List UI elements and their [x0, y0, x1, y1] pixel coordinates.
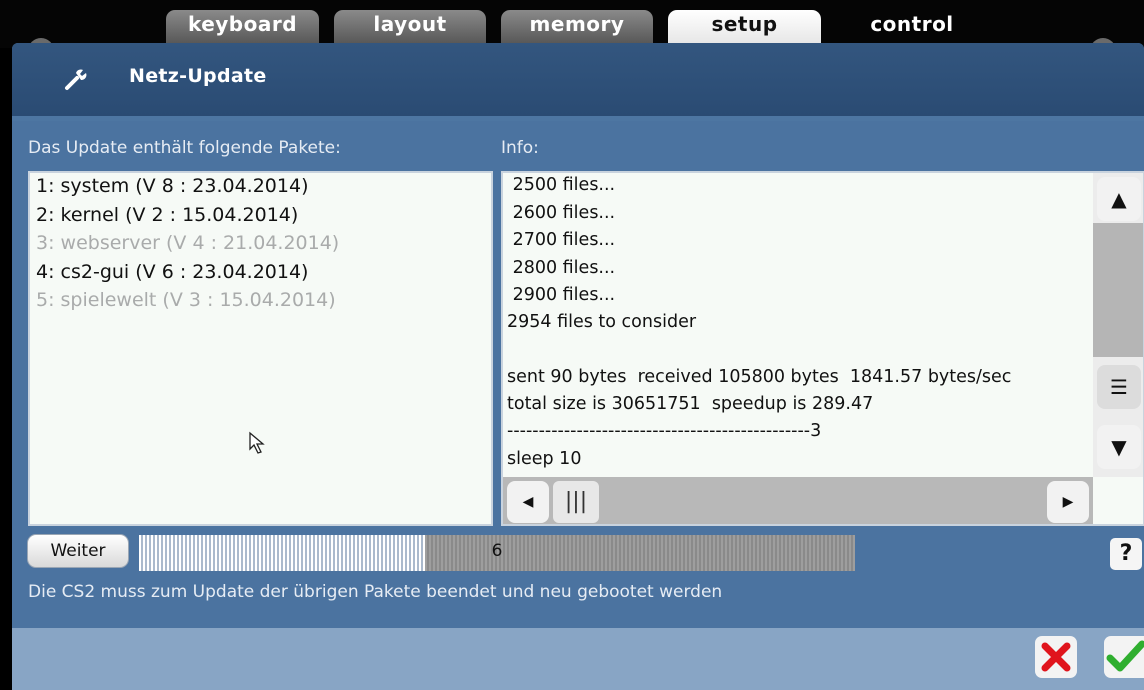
vertical-scrollbar[interactable]: ▲ ☰ ▼ [1093, 173, 1143, 477]
log-line: 2800 files... [507, 258, 616, 278]
scroll-left-button[interactable]: ◀ [507, 481, 549, 523]
horizontal-scroll-thumb[interactable]: ||| [553, 481, 599, 523]
package-item[interactable]: 4: cs2-gui (V 6 : 23.04.2014) [36, 261, 308, 283]
scroll-right-button[interactable]: ▶ [1047, 481, 1089, 523]
package-item[interactable]: 1: system (V 8 : 23.04.2014) [36, 175, 308, 197]
hamburger-icon[interactable]: ☰ [1097, 365, 1141, 409]
package-list[interactable]: 1: system (V 8 : 23.04.2014) 2: kernel (… [28, 171, 493, 526]
log-line: sleep 10 [507, 449, 582, 469]
horizontal-scrollbar[interactable]: ◀ ||| ▶ [503, 477, 1093, 524]
package-item[interactable]: 2: kernel (V 2 : 15.04.2014) [36, 204, 298, 226]
info-log-text: 2500 files... 2600 files... 2700 files..… [507, 173, 1095, 477]
wrench-icon [65, 69, 87, 90]
progress-bar: 6 [139, 535, 855, 571]
progress-value: 6 [491, 541, 503, 561]
close-icon [1041, 642, 1071, 672]
log-line: 2954 files to consider [507, 312, 697, 332]
dialog-title: Netz-Update [129, 65, 267, 87]
status-message: Die CS2 muss zum Update der übrigen Pake… [28, 582, 723, 602]
scroll-up-button[interactable]: ▲ [1097, 177, 1141, 221]
log-line: 2700 files... [507, 230, 616, 250]
mouse-pointer-icon [249, 431, 265, 454]
packages-label: Das Update enthält folgende Pakete: [28, 138, 341, 158]
weiter-button[interactable]: Weiter [27, 534, 129, 568]
vertical-scroll-track[interactable] [1093, 223, 1143, 357]
top-tab-bar: keyboard layout memory setup control [0, 0, 1144, 64]
log-line: 2600 files... [507, 203, 616, 223]
dialog-titlebar: Netz-Update [12, 43, 1144, 116]
scroll-down-button[interactable]: ▼ [1097, 425, 1141, 469]
package-item: 3: webserver (V 4 : 21.04.2014) [36, 232, 340, 254]
info-label: Info: [501, 138, 539, 158]
log-line: sent 90 bytes received 105800 bytes 1841… [507, 367, 1012, 387]
log-line: 2500 files... [507, 175, 616, 195]
help-button[interactable]: ? [1110, 538, 1142, 570]
cancel-button[interactable] [1035, 636, 1077, 678]
dialog-footer [12, 628, 1144, 690]
ok-button[interactable] [1104, 636, 1144, 678]
log-line: total size is 30651751 speedup is 289.47 [507, 394, 874, 414]
info-log-box[interactable]: 2500 files... 2600 files... 2700 files..… [501, 171, 1144, 526]
checkmark-icon [1106, 640, 1144, 672]
package-item: 5: spielewelt (V 3 : 15.04.2014) [36, 289, 336, 311]
log-line: 2900 files... [507, 285, 616, 305]
netz-update-dialog: Netz-Update Das Update enthält folgende … [12, 43, 1144, 690]
log-line: ----------------------------------------… [507, 421, 822, 441]
